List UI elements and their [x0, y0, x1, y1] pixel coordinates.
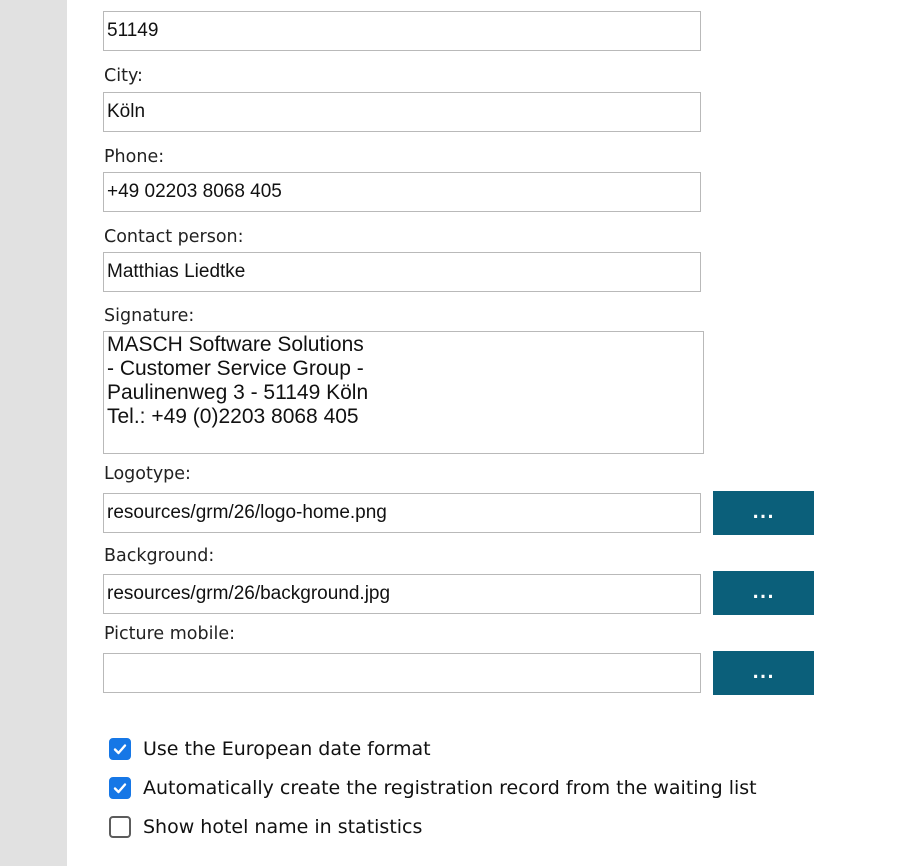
checkmark-icon — [113, 783, 127, 794]
logotype-label: Logotype: — [104, 464, 191, 484]
picture-mobile-browse-button[interactable]: ... — [713, 651, 814, 695]
checkmark-icon — [113, 744, 127, 755]
auto-registration-checkbox[interactable] — [109, 777, 131, 799]
contact-person-label: Contact person: — [104, 227, 244, 247]
city-label: City: — [104, 66, 143, 86]
european-date-format-option[interactable]: Use the European date format — [109, 736, 431, 762]
signature-textarea[interactable]: MASCH Software Solutions - Customer Serv… — [103, 331, 704, 454]
auto-registration-option[interactable]: Automatically create the registration re… — [109, 775, 757, 801]
background-label: Background: — [104, 546, 215, 566]
logotype-path-input[interactable] — [103, 493, 701, 533]
phone-input[interactable] — [103, 172, 701, 212]
picture-mobile-path-input[interactable] — [103, 653, 701, 693]
signature-label: Signature: — [104, 306, 195, 326]
hotel-name-statistics-label: Show hotel name in statistics — [143, 816, 423, 838]
contact-person-input[interactable] — [103, 252, 701, 292]
hotel-name-statistics-checkbox[interactable] — [109, 816, 131, 838]
logotype-browse-button[interactable]: ... — [713, 491, 814, 535]
background-browse-button[interactable]: ... — [713, 571, 814, 615]
european-date-format-label: Use the European date format — [143, 738, 431, 760]
phone-label: Phone: — [104, 147, 165, 167]
zip-code-input[interactable] — [103, 11, 701, 51]
background-path-input[interactable] — [103, 574, 701, 614]
european-date-format-checkbox[interactable] — [109, 738, 131, 760]
hotel-name-statistics-option[interactable]: Show hotel name in statistics — [109, 814, 422, 840]
city-input[interactable] — [103, 92, 701, 132]
left-sidebar-strip — [0, 0, 67, 866]
auto-registration-label: Automatically create the registration re… — [143, 777, 757, 799]
picture-mobile-label: Picture mobile: — [104, 624, 235, 644]
